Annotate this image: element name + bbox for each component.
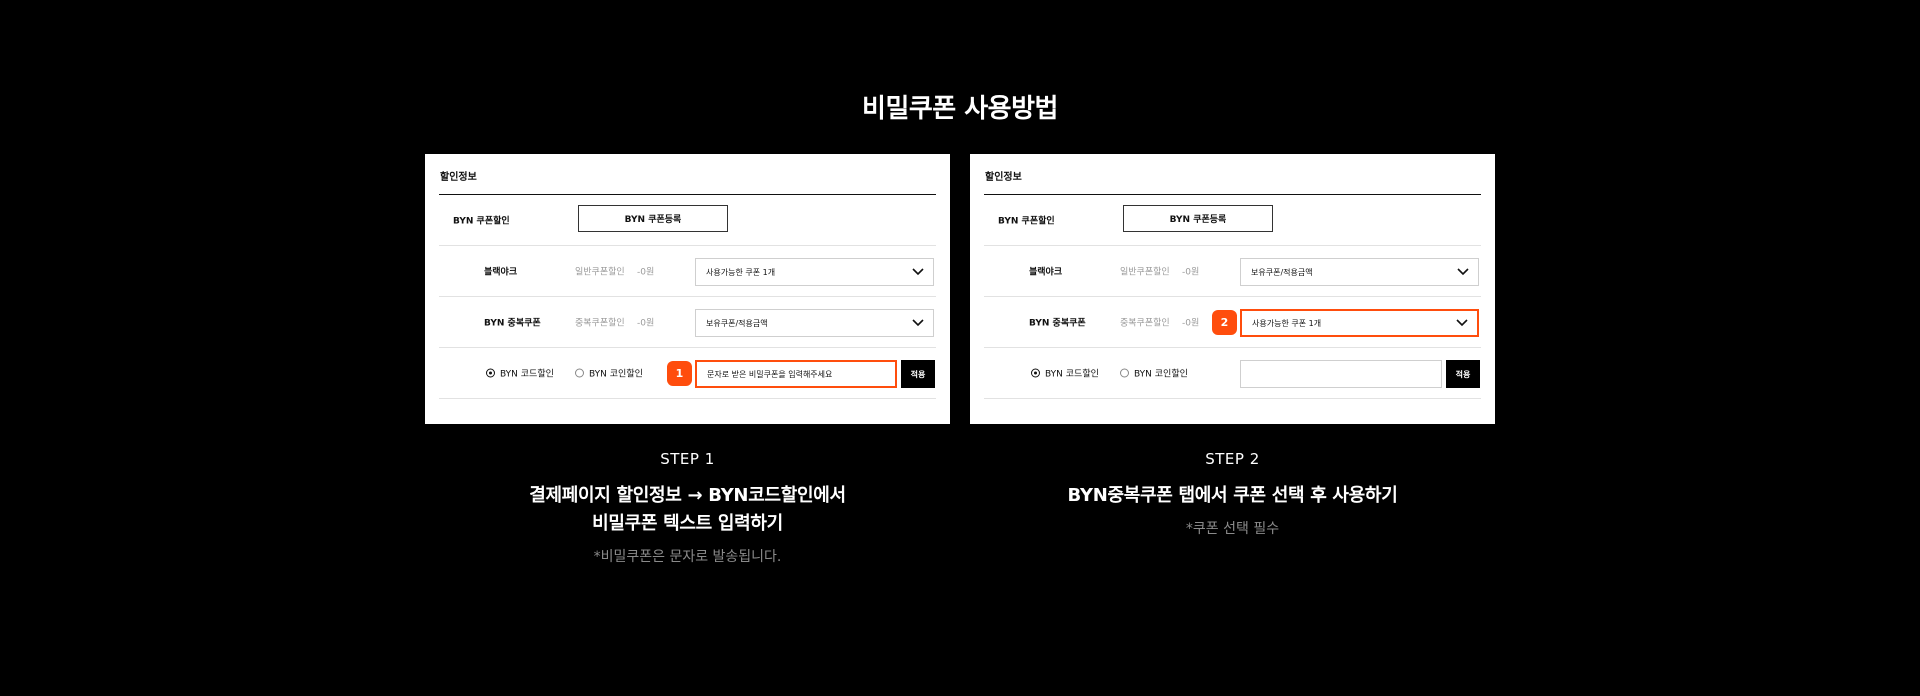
panel-header: 할인정보 bbox=[984, 154, 1481, 195]
coupon-register-button[interactable]: BYN 쿠폰등록 bbox=[578, 205, 728, 232]
chevron-down-icon bbox=[912, 319, 924, 327]
radio-coin-discount[interactable]: BYN 코인할인 bbox=[1120, 367, 1188, 380]
code-discount-row: BYN 코드할인 BYN 코인할인 적용 bbox=[984, 348, 1481, 399]
chevron-down-icon bbox=[1457, 268, 1469, 276]
duplicate-coupon-row: BYN 중복쿠폰 중복쿠폰할인 -0원 보유쿠폰/적용금액 bbox=[439, 297, 936, 348]
blackyak-coupon-row: 블랙야크 일반쿠폰할인 -0원 사용가능한 쿠폰 1개 bbox=[439, 246, 936, 297]
step2-caption: STEP 2 BYN중복쿠폰 탭에서 쿠폰 선택 후 사용하기 *쿠폰 선택 필… bbox=[970, 450, 1495, 538]
chevron-down-icon bbox=[1456, 319, 1468, 327]
radio-unselected-icon bbox=[575, 368, 584, 378]
code-discount-row: BYN 코드할인 BYN 코인할인 1 문자로 받은 비밀쿠폰을 입력해주세요 … bbox=[439, 348, 936, 399]
radio-label: BYN 코인할인 bbox=[589, 369, 643, 380]
discount-panel-step1: 할인정보 BYN 쿠폰할인 BYN 쿠폰등록 블랙야크 일반쿠폰할인 -0원 사… bbox=[425, 154, 950, 424]
radio-selected-icon bbox=[1031, 368, 1040, 378]
step-description-line1: 결제페이지 할인정보 → BYN코드할인에서 bbox=[529, 485, 846, 506]
duplicate-coupon-discount-label: 중복쿠폰할인 bbox=[1120, 318, 1170, 329]
radio-label: BYN 코드할인 bbox=[1045, 369, 1099, 380]
select-value: 보유쿠폰/적용금액 bbox=[706, 318, 768, 328]
duplicate-coupon-label: BYN 중복쿠폰 bbox=[1029, 318, 1086, 329]
general-coupon-select[interactable]: 보유쿠폰/적용금액 bbox=[1240, 258, 1479, 286]
step-label: STEP 2 bbox=[1205, 450, 1260, 468]
secret-coupon-input[interactable]: 문자로 받은 비밀쿠폰을 입력해주세요 bbox=[695, 360, 897, 388]
select-value: 사용가능한 쿠폰 1개 bbox=[1252, 318, 1322, 328]
panel-header: 할인정보 bbox=[439, 154, 936, 195]
general-coupon-amount: -0원 bbox=[637, 267, 655, 278]
radio-unselected-icon bbox=[1120, 368, 1129, 378]
coupon-discount-label: BYN 쿠폰할인 bbox=[453, 216, 510, 227]
radio-code-discount[interactable]: BYN 코드할인 bbox=[1031, 367, 1099, 380]
select-value: 보유쿠폰/적용금액 bbox=[1251, 267, 1313, 277]
duplicate-coupon-select[interactable]: 보유쿠폰/적용금액 bbox=[695, 309, 934, 337]
radio-label: BYN 코드할인 bbox=[500, 369, 554, 380]
general-coupon-amount: -0원 bbox=[1182, 267, 1200, 278]
general-coupon-discount-label: 일반쿠폰할인 bbox=[1120, 267, 1170, 278]
step-note: *비밀쿠폰은 문자로 발송됩니다. bbox=[593, 549, 782, 565]
radio-code-discount[interactable]: BYN 코드할인 bbox=[486, 367, 554, 380]
step-badge: 1 bbox=[667, 361, 692, 386]
radio-coin-discount[interactable]: BYN 코인할인 bbox=[575, 367, 643, 380]
step-label: STEP 1 bbox=[660, 450, 715, 468]
coupon-register-row: BYN 쿠폰할인 BYN 쿠폰등록 bbox=[984, 195, 1481, 246]
blackyak-label: 블랙야크 bbox=[1029, 267, 1063, 278]
apply-button[interactable]: 적용 bbox=[901, 360, 935, 388]
secret-coupon-input[interactable] bbox=[1240, 360, 1442, 388]
coupon-discount-label: BYN 쿠폰할인 bbox=[998, 216, 1055, 227]
general-coupon-select[interactable]: 사용가능한 쿠폰 1개 bbox=[695, 258, 934, 286]
select-value: 사용가능한 쿠폰 1개 bbox=[706, 267, 776, 277]
discount-panel-step2: 할인정보 BYN 쿠폰할인 BYN 쿠폰등록 블랙야크 일반쿠폰할인 -0원 보… bbox=[970, 154, 1495, 424]
duplicate-coupon-amount: -0원 bbox=[1182, 318, 1200, 329]
step-badge: 2 bbox=[1212, 310, 1237, 335]
coupon-register-button[interactable]: BYN 쿠폰등록 bbox=[1123, 205, 1273, 232]
step1-caption: STEP 1 결제페이지 할인정보 → BYN코드할인에서 비밀쿠폰 텍스트 입… bbox=[425, 450, 950, 566]
general-coupon-discount-label: 일반쿠폰할인 bbox=[575, 267, 625, 278]
coupon-register-row: BYN 쿠폰할인 BYN 쿠폰등록 bbox=[439, 195, 936, 246]
blackyak-coupon-row: 블랙야크 일반쿠폰할인 -0원 보유쿠폰/적용금액 bbox=[984, 246, 1481, 297]
duplicate-coupon-discount-label: 중복쿠폰할인 bbox=[575, 318, 625, 329]
radio-selected-icon bbox=[486, 368, 495, 378]
blackyak-label: 블랙야크 bbox=[484, 267, 518, 278]
step-description-line1: BYN중복쿠폰 탭에서 쿠폰 선택 후 사용하기 bbox=[1067, 485, 1398, 506]
duplicate-coupon-row: BYN 중복쿠폰 중복쿠폰할인 -0원 2 사용가능한 쿠폰 1개 bbox=[984, 297, 1481, 348]
chevron-down-icon bbox=[912, 268, 924, 276]
duplicate-coupon-label: BYN 중복쿠폰 bbox=[484, 318, 541, 329]
step-description-line2: 비밀쿠폰 텍스트 입력하기 bbox=[592, 513, 783, 534]
radio-label: BYN 코인할인 bbox=[1134, 369, 1188, 380]
duplicate-coupon-select[interactable]: 사용가능한 쿠폰 1개 bbox=[1240, 309, 1479, 337]
page-title: 비밀쿠폰 사용방법 bbox=[862, 94, 1058, 124]
apply-button[interactable]: 적용 bbox=[1446, 360, 1480, 388]
step-note: *쿠폰 선택 필수 bbox=[1185, 521, 1280, 537]
duplicate-coupon-amount: -0원 bbox=[637, 318, 655, 329]
